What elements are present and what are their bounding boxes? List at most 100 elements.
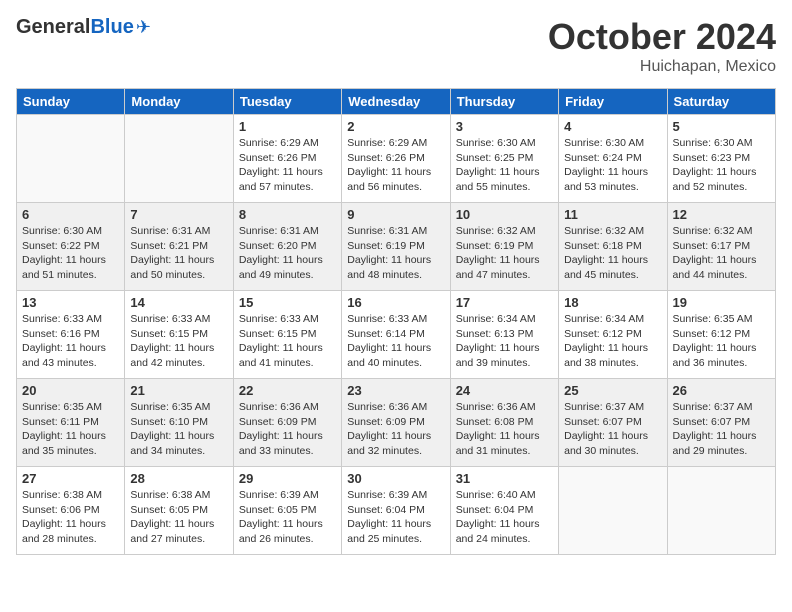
calendar-cell: 19 Sunrise: 6:35 AMSunset: 6:12 PMDayligh… — [667, 291, 775, 379]
calendar-cell: 6 Sunrise: 6:30 AMSunset: 6:22 PMDaylight… — [17, 203, 125, 291]
calendar-cell: 21 Sunrise: 6:35 AMSunset: 6:10 PMDayligh… — [125, 379, 233, 467]
calendar-cell: 3 Sunrise: 6:30 AMSunset: 6:25 PMDaylight… — [450, 115, 558, 203]
day-number: 7 — [130, 207, 227, 222]
day-info: Sunrise: 6:29 AMSunset: 6:26 PMDaylight:… — [347, 136, 444, 195]
day-number: 28 — [130, 471, 227, 486]
calendar-cell: 13Sunrise: 6:33 AMSunset: 6:16 PMDayligh… — [17, 291, 125, 379]
page-header: General Blue ✈ October 2024 Huichapan, M… — [16, 16, 776, 76]
calendar-cell — [667, 467, 775, 555]
day-number: 22 — [239, 383, 336, 398]
weekday-header-tuesday: Tuesday — [233, 89, 341, 115]
day-info: Sunrise: 6:39 AMSunset: 6:05 PMDaylight:… — [239, 488, 336, 547]
calendar-cell — [559, 467, 667, 555]
day-info: Sunrise: 6:30 AMSunset: 6:22 PMDaylight:… — [22, 224, 119, 283]
weekday-header-wednesday: Wednesday — [342, 89, 450, 115]
calendar-cell: 9Sunrise: 6:31 AMSunset: 6:19 PMDaylight… — [342, 203, 450, 291]
weekday-header-saturday: Saturday — [667, 89, 775, 115]
calendar-table: SundayMondayTuesdayWednesdayThursdayFrid… — [16, 88, 776, 555]
calendar-cell: 2 Sunrise: 6:29 AMSunset: 6:26 PMDaylight… — [342, 115, 450, 203]
calendar-week-row: 6 Sunrise: 6:30 AMSunset: 6:22 PMDaylight… — [17, 203, 776, 291]
day-info: Sunrise: 6:30 AMSunset: 6:23 PMDaylight:… — [673, 136, 770, 195]
day-info: Sunrise: 6:33 AMSunset: 6:16 PMDaylight:… — [22, 312, 119, 371]
day-info: Sunrise: 6:37 AMSunset: 6:07 PMDaylight:… — [564, 400, 661, 459]
day-number: 30 — [347, 471, 444, 486]
day-number: 11 — [564, 207, 661, 222]
day-number: 20 — [22, 383, 119, 398]
calendar-week-row: 27 Sunrise: 6:38 AMSunset: 6:06 PMDayligh… — [17, 467, 776, 555]
calendar-cell: 27 Sunrise: 6:38 AMSunset: 6:06 PMDayligh… — [17, 467, 125, 555]
day-number: 3 — [456, 119, 553, 134]
calendar-cell: 24 Sunrise: 6:36 AMSunset: 6:08 PMDayligh… — [450, 379, 558, 467]
day-number: 5 — [673, 119, 770, 134]
calendar-cell: 14 Sunrise: 6:33 AMSunset: 6:15 PMDayligh… — [125, 291, 233, 379]
day-info: Sunrise: 6:33 AMSunset: 6:15 PMDaylight:… — [130, 312, 227, 371]
day-number: 31 — [456, 471, 553, 486]
logo-general-text: General — [16, 16, 90, 39]
weekday-header-friday: Friday — [559, 89, 667, 115]
day-info: Sunrise: 6:35 AMSunset: 6:10 PMDaylight:… — [130, 400, 227, 459]
weekday-header-row: SundayMondayTuesdayWednesdayThursdayFrid… — [17, 89, 776, 115]
day-info: Sunrise: 6:39 AMSunset: 6:04 PMDaylight:… — [347, 488, 444, 547]
calendar-cell: 22 Sunrise: 6:36 AMSunset: 6:09 PMDayligh… — [233, 379, 341, 467]
day-info: Sunrise: 6:31 AMSunset: 6:21 PMDaylight:… — [130, 224, 227, 283]
day-info: Sunrise: 6:36 AMSunset: 6:08 PMDaylight:… — [456, 400, 553, 459]
weekday-header-sunday: Sunday — [17, 89, 125, 115]
day-number: 27 — [22, 471, 119, 486]
day-info: Sunrise: 6:30 AMSunset: 6:24 PMDaylight:… — [564, 136, 661, 195]
day-number: 17 — [456, 295, 553, 310]
day-number: 1 — [239, 119, 336, 134]
day-info: Sunrise: 6:38 AMSunset: 6:06 PMDaylight:… — [22, 488, 119, 547]
day-info: Sunrise: 6:40 AMSunset: 6:04 PMDaylight:… — [456, 488, 553, 547]
calendar-cell: 31 Sunrise: 6:40 AMSunset: 6:04 PMDayligh… — [450, 467, 558, 555]
day-number: 26 — [673, 383, 770, 398]
logo-blue-text: Blue — [90, 16, 133, 39]
day-info: Sunrise: 6:34 AMSunset: 6:13 PMDaylight:… — [456, 312, 553, 371]
day-info: Sunrise: 6:38 AMSunset: 6:05 PMDaylight:… — [130, 488, 227, 547]
day-number: 19 — [673, 295, 770, 310]
day-number: 25 — [564, 383, 661, 398]
calendar-cell: 29Sunrise: 6:39 AMSunset: 6:05 PMDayligh… — [233, 467, 341, 555]
calendar-cell: 26 Sunrise: 6:37 AMSunset: 6:07 PMDayligh… — [667, 379, 775, 467]
day-info: Sunrise: 6:32 AMSunset: 6:17 PMDaylight:… — [673, 224, 770, 283]
day-info: Sunrise: 6:30 AMSunset: 6:25 PMDaylight:… — [456, 136, 553, 195]
calendar-cell: 20 Sunrise: 6:35 AMSunset: 6:11 PMDayligh… — [17, 379, 125, 467]
day-info: Sunrise: 6:31 AMSunset: 6:20 PMDaylight:… — [239, 224, 336, 283]
calendar-week-row: 20 Sunrise: 6:35 AMSunset: 6:11 PMDayligh… — [17, 379, 776, 467]
calendar-cell: 10Sunrise: 6:32 AMSunset: 6:19 PMDayligh… — [450, 203, 558, 291]
day-number: 10 — [456, 207, 553, 222]
day-info: Sunrise: 6:37 AMSunset: 6:07 PMDaylight:… — [673, 400, 770, 459]
calendar-cell: 1Sunrise: 6:29 AMSunset: 6:26 PMDaylight… — [233, 115, 341, 203]
day-number: 4 — [564, 119, 661, 134]
calendar-cell: 7 Sunrise: 6:31 AMSunset: 6:21 PMDaylight… — [125, 203, 233, 291]
calendar-week-row: 13Sunrise: 6:33 AMSunset: 6:16 PMDayligh… — [17, 291, 776, 379]
day-info: Sunrise: 6:36 AMSunset: 6:09 PMDaylight:… — [239, 400, 336, 459]
calendar-cell — [125, 115, 233, 203]
day-info: Sunrise: 6:33 AMSunset: 6:14 PMDaylight:… — [347, 312, 444, 371]
calendar-week-row: 1 Sunrise: 6:29 AMSunset: 6:26 PMDaylight… — [17, 115, 776, 203]
day-number: 8 — [239, 207, 336, 222]
location-subtitle: Huichapan, Mexico — [548, 58, 776, 76]
calendar-cell: 25 Sunrise: 6:37 AMSunset: 6:07 PMDayligh… — [559, 379, 667, 467]
day-number: 21 — [130, 383, 227, 398]
day-info: Sunrise: 6:33 AMSunset: 6:15 PMDaylight:… — [239, 312, 336, 371]
day-info: Sunrise: 6:31 AMSunset: 6:19 PMDaylight:… — [347, 224, 444, 283]
day-info: Sunrise: 6:35 AMSunset: 6:11 PMDaylight:… — [22, 400, 119, 459]
logo-bird-icon: ✈ — [136, 17, 151, 38]
day-number: 14 — [130, 295, 227, 310]
title-area: October 2024 Huichapan, Mexico — [548, 16, 776, 76]
day-number: 6 — [22, 207, 119, 222]
day-number: 2 — [347, 119, 444, 134]
logo: General Blue ✈ — [16, 16, 151, 39]
day-number: 12 — [673, 207, 770, 222]
calendar-cell: 5 Sunrise: 6:30 AMSunset: 6:23 PMDaylight… — [667, 115, 775, 203]
calendar-cell: 12 Sunrise: 6:32 AMSunset: 6:17 PMDayligh… — [667, 203, 775, 291]
calendar-cell: 8 Sunrise: 6:31 AMSunset: 6:20 PMDaylight… — [233, 203, 341, 291]
day-number: 24 — [456, 383, 553, 398]
calendar-cell: 18Sunrise: 6:34 AMSunset: 6:12 PMDayligh… — [559, 291, 667, 379]
month-title: October 2024 — [548, 16, 776, 58]
calendar-cell: 11Sunrise: 6:32 AMSunset: 6:18 PMDayligh… — [559, 203, 667, 291]
day-info: Sunrise: 6:35 AMSunset: 6:12 PMDaylight:… — [673, 312, 770, 371]
calendar-cell: 23Sunrise: 6:36 AMSunset: 6:09 PMDayligh… — [342, 379, 450, 467]
day-info: Sunrise: 6:36 AMSunset: 6:09 PMDaylight:… — [347, 400, 444, 459]
calendar-cell: 28 Sunrise: 6:38 AMSunset: 6:05 PMDayligh… — [125, 467, 233, 555]
